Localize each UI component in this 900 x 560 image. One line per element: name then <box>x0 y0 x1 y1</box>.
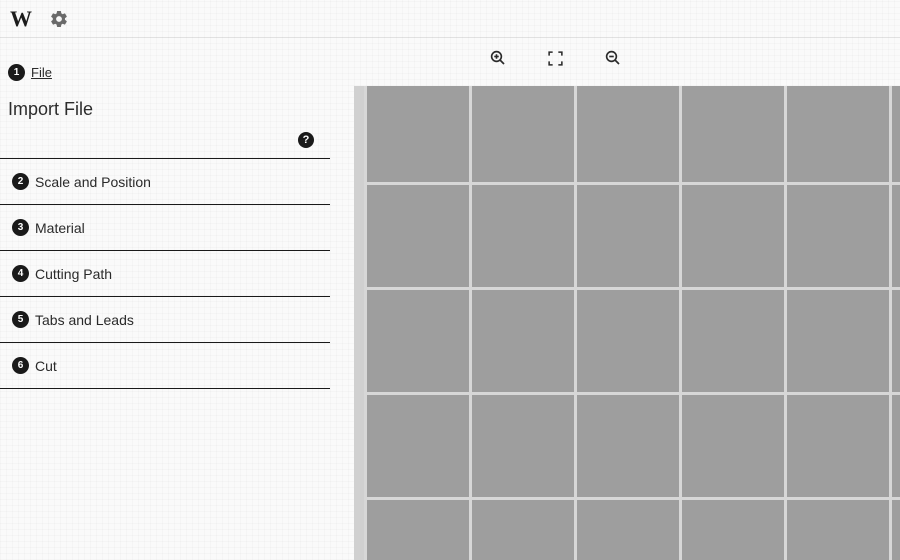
canvas-toolbar <box>330 38 900 78</box>
canvas-pane <box>330 38 900 560</box>
step-number-badge: 6 <box>12 357 29 374</box>
canvas-viewport[interactable] <box>354 86 900 560</box>
step-number-badge: 4 <box>12 265 29 282</box>
step-number-badge: 5 <box>12 311 29 328</box>
zoom-in-icon[interactable] <box>489 49 507 67</box>
settings-gear-icon[interactable] <box>49 9 69 29</box>
step-label: Scale and Position <box>35 174 151 190</box>
step-tabs-leads[interactable]: 5 Tabs and Leads <box>0 297 330 343</box>
step-label: Cut <box>35 358 57 374</box>
step-number-badge: 1 <box>8 64 25 81</box>
fit-screen-icon[interactable] <box>547 50 564 67</box>
step-material[interactable]: 3 Material <box>0 205 330 251</box>
step-label: Tabs and Leads <box>35 312 134 328</box>
step-label: Material <box>35 220 85 236</box>
step-number-badge: 3 <box>12 219 29 236</box>
step-cut[interactable]: 6 Cut <box>0 343 330 389</box>
step-scale-position[interactable]: 2 Scale and Position <box>0 159 330 205</box>
step-number-badge: 2 <box>12 173 29 190</box>
step-cutting-path[interactable]: 4 Cutting Path <box>0 251 330 297</box>
step-file[interactable]: 1 File <box>0 60 330 83</box>
step-label: File <box>31 65 52 80</box>
app-logo[interactable]: W <box>10 6 31 32</box>
work-grid <box>364 86 900 560</box>
help-icon[interactable]: ? <box>298 132 314 148</box>
step-label: Cutting Path <box>35 266 112 282</box>
zoom-out-icon[interactable] <box>604 49 622 67</box>
steps-sidebar: 1 File Import File ? 2 Scale and Positio… <box>0 38 330 560</box>
step-file-content: Import File ? <box>0 83 330 159</box>
import-file-button[interactable]: Import File <box>8 99 93 119</box>
